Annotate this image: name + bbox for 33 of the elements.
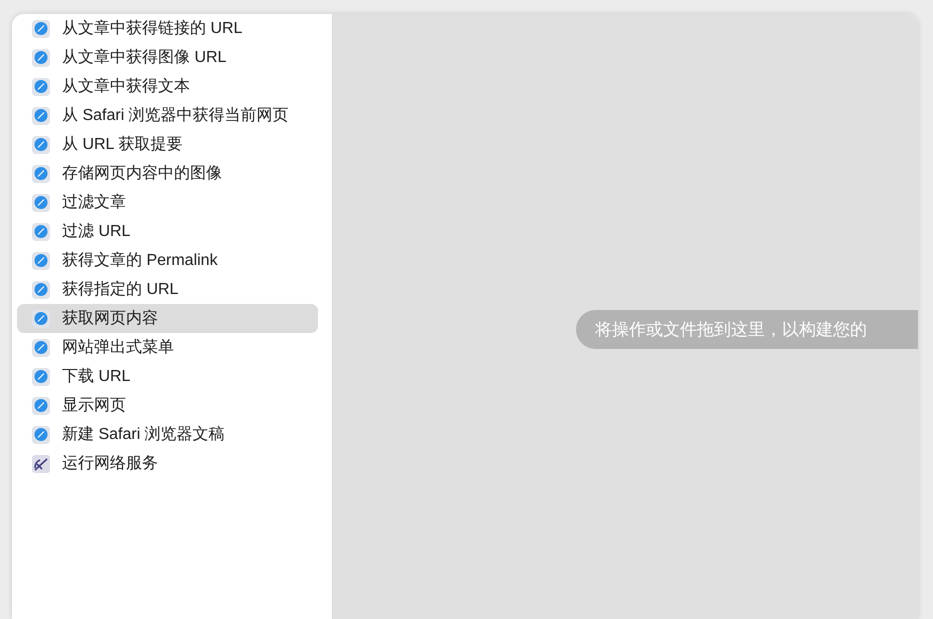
- compass-icon: [31, 134, 51, 154]
- action-item[interactable]: 获取网页内容: [17, 304, 318, 333]
- action-item[interactable]: 从 Safari 浏览器中获得当前网页: [17, 101, 318, 130]
- action-item[interactable]: 过滤 URL: [17, 217, 318, 246]
- action-item[interactable]: 获得文章的 Permalink: [17, 246, 318, 275]
- action-item[interactable]: 从文章中获得链接的 URL: [17, 14, 318, 43]
- compass-icon: [31, 192, 51, 212]
- satellite-icon: [31, 454, 51, 474]
- compass-icon: [31, 250, 51, 270]
- action-item[interactable]: 运行网络服务: [17, 449, 318, 478]
- action-item[interactable]: 从文章中获得图像 URL: [17, 43, 318, 72]
- compass-icon: [31, 18, 51, 38]
- compass-icon: [31, 48, 51, 68]
- action-item[interactable]: 网站弹出式菜单: [17, 333, 318, 362]
- compass-icon: [31, 222, 51, 242]
- action-item[interactable]: 过滤文章: [17, 188, 318, 217]
- drop-hint: 将操作或文件拖到这里，以构建您的: [576, 310, 918, 349]
- compass-icon: [31, 308, 51, 328]
- action-item[interactable]: 从文章中获得文本: [17, 72, 318, 101]
- action-item[interactable]: 从 URL 获取提要: [17, 130, 318, 159]
- compass-icon: [31, 280, 51, 300]
- action-item[interactable]: 新建 Safari 浏览器文稿: [17, 420, 318, 449]
- compass-icon: [31, 338, 51, 358]
- action-item[interactable]: 显示网页: [17, 391, 318, 420]
- action-item[interactable]: 存储网页内容中的图像: [17, 159, 318, 188]
- compass-icon: [31, 164, 51, 184]
- compass-icon: [31, 424, 51, 444]
- compass-icon: [31, 396, 51, 416]
- action-item[interactable]: 下载 URL: [17, 362, 318, 391]
- action-item[interactable]: 获得指定的 URL: [17, 275, 318, 304]
- compass-icon: [31, 76, 51, 96]
- compass-icon: [31, 106, 51, 126]
- compass-icon: [31, 366, 51, 386]
